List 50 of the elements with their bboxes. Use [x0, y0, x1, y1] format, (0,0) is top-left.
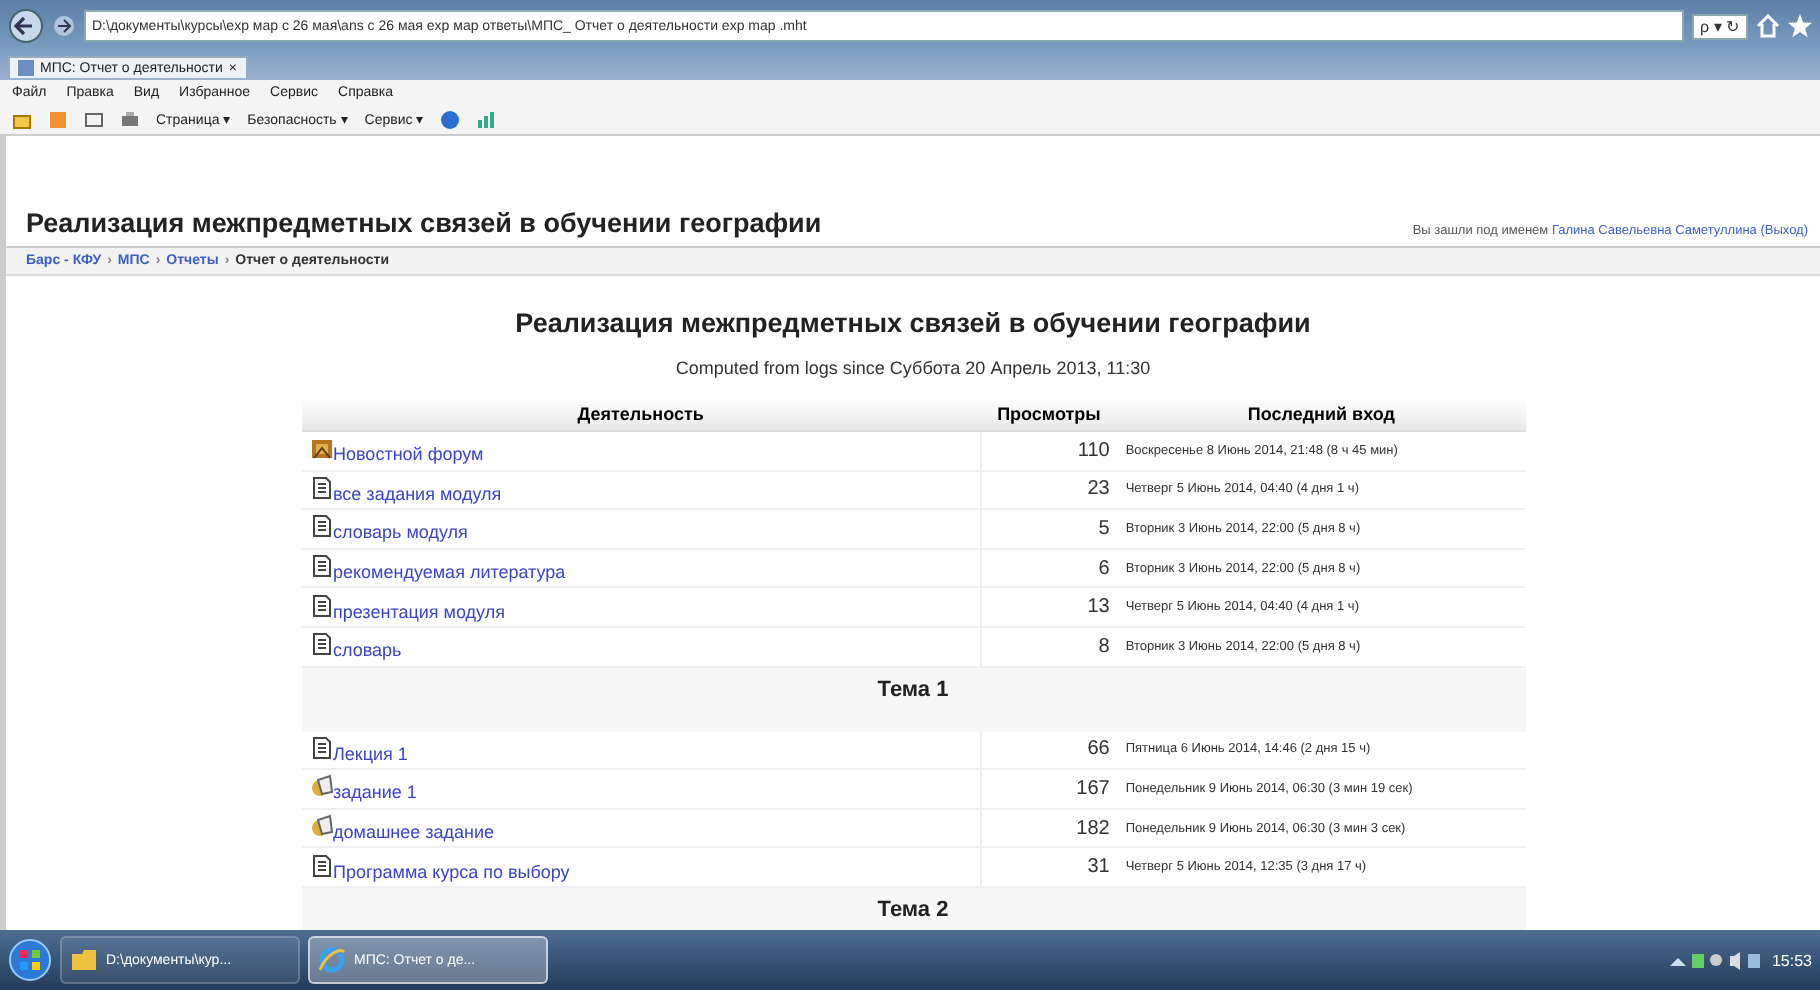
- activity-link[interactable]: Новостной форум: [333, 444, 484, 465]
- views-cell: 6: [980, 548, 1118, 588]
- clock: 15:53: [1771, 951, 1812, 969]
- back-icon[interactable]: [8, 8, 44, 44]
- document-icon: [309, 593, 333, 618]
- document-icon: [309, 853, 333, 878]
- activity-link[interactable]: все задания модуля: [333, 483, 502, 504]
- section-heading: Тема 2: [301, 886, 1525, 932]
- column-header: Просмотры: [980, 398, 1118, 431]
- activity-link[interactable]: Лекция 1: [333, 743, 408, 764]
- activity-link[interactable]: словарь модуля: [333, 522, 468, 543]
- document-icon: [309, 632, 333, 657]
- feed-icon: [48, 110, 68, 130]
- activity-link[interactable]: задание 1: [333, 782, 417, 803]
- page-title: Реализация межпредметных связей в обучении географии: [26, 208, 822, 238]
- browser-icon: [318, 946, 346, 974]
- forum-icon: [309, 436, 333, 461]
- activity-link[interactable]: Программа курса по выбору: [333, 861, 570, 882]
- start-button[interactable]: [8, 938, 52, 982]
- views-cell: 182: [980, 808, 1118, 848]
- views-cell: 5: [980, 509, 1118, 549]
- document-icon: [309, 554, 333, 579]
- views-cell: 13: [980, 587, 1118, 627]
- activity-link[interactable]: словарь: [333, 640, 402, 661]
- folder-icon: [70, 946, 98, 974]
- views-cell: 110: [980, 431, 1118, 471]
- document-icon: [309, 514, 333, 539]
- activity-link[interactable]: домашнее задание: [333, 822, 495, 843]
- search-button[interactable]: ρ ▾ ↻: [1692, 13, 1748, 39]
- favorites-icon: [1788, 14, 1812, 38]
- page-icon: [18, 60, 34, 76]
- tray-icons: [1667, 950, 1764, 970]
- document-icon: [309, 735, 333, 760]
- assignment-icon: [309, 814, 333, 839]
- column-header: Деятельность: [301, 398, 981, 431]
- assignment-icon: [309, 774, 333, 799]
- views-cell: 23: [980, 470, 1118, 510]
- report-title: Реализация межпредметных связей в обучении географии: [515, 308, 1311, 338]
- views-cell: 31: [980, 847, 1118, 887]
- forward-icon[interactable]: [52, 14, 76, 38]
- activity-link[interactable]: рекомендуемая литература: [333, 562, 566, 583]
- views-cell: 66: [980, 731, 1118, 770]
- views-cell: 8: [980, 626, 1118, 667]
- report-subtitle: Computed from logs since Суббота 20 Апрель 2013, 11:30: [675, 358, 1151, 378]
- column-header: Последний вход: [1117, 398, 1525, 431]
- activity-link[interactable]: презентация модуля: [333, 601, 505, 622]
- views-cell: 167: [980, 769, 1118, 809]
- section-heading: Тема 1: [301, 666, 1525, 712]
- printer-icon: [120, 110, 140, 130]
- document-icon: [309, 475, 333, 500]
